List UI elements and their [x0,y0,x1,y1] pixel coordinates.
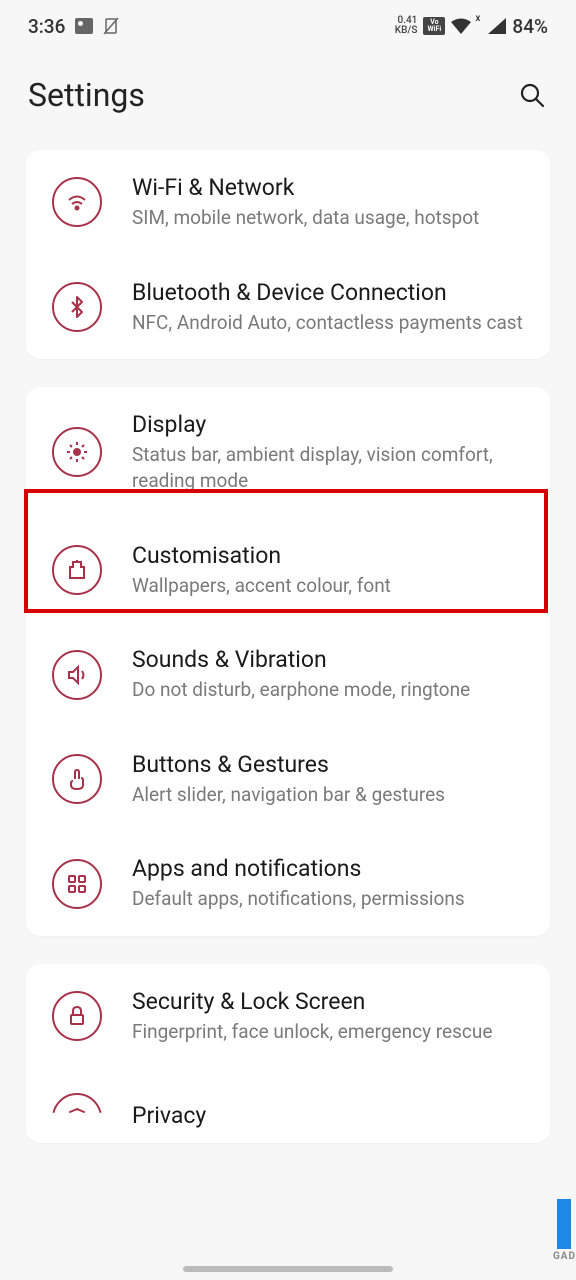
settings-item-sounds[interactable]: Sounds & Vibration Do not disturb, earph… [26,622,550,727]
watermark-text: GAD [553,1251,576,1262]
item-subtitle: SIM, mobile network, data usage, hotspot [132,205,526,231]
header: Settings [0,52,576,150]
item-subtitle: Default apps, notifications, permissions [132,886,526,912]
item-subtitle: Status bar, ambient display, vision comf… [132,442,526,493]
wifi-status-icon [451,18,471,34]
settings-group: Wi-Fi & Network SIM, mobile network, dat… [26,150,550,359]
status-bar: 3:36 0.41 KB/S Vo WiFi x 84% [0,0,576,52]
bluetooth-icon [52,282,102,332]
search-button[interactable] [516,79,548,111]
status-clock: 3:36 [28,15,65,38]
data-rate: 0.41 KB/S [395,16,418,36]
item-title: Apps and notifications [132,855,526,882]
settings-item-buttons-gestures[interactable]: Buttons & Gestures Alert slider, navigat… [26,727,550,832]
settings-item-customisation[interactable]: Customisation Wallpapers, accent colour,… [26,518,550,623]
customisation-icon [52,545,102,595]
item-subtitle: Do not disturb, earphone mode, ringtone [132,677,526,703]
item-title: Wi-Fi & Network [132,174,526,201]
signal-x: x [475,13,480,24]
item-subtitle: NFC, Android Auto, contactless payments … [132,310,526,336]
item-title: Bluetooth & Device Connection [132,279,526,306]
sound-icon [52,650,102,700]
settings-item-bluetooth[interactable]: Bluetooth & Device Connection NFC, Andro… [26,255,550,360]
cell-signal-icon [488,18,506,34]
watermark-icon [557,1199,571,1249]
settings-item-wifi[interactable]: Wi-Fi & Network SIM, mobile network, dat… [26,150,550,255]
item-subtitle: Alert slider, navigation bar & gestures [132,782,526,808]
lock-icon [52,991,102,1041]
display-icon [52,427,102,477]
vowifi-icon: Vo WiFi [423,17,445,35]
status-left: 3:36 [28,15,119,38]
search-icon [518,81,546,109]
gestures-icon [52,754,102,804]
page-title: Settings [28,76,145,114]
item-title: Buttons & Gestures [132,751,526,778]
item-subtitle: Fingerprint, face unlock, emergency resc… [132,1019,526,1045]
wifi-icon [52,177,102,227]
item-title: Customisation [132,542,526,569]
item-title: Display [132,411,526,438]
settings-group: Display Status bar, ambient display, vis… [26,387,550,936]
privacy-icon [52,1093,102,1143]
status-right: 0.41 KB/S Vo WiFi x 84% [395,15,548,38]
settings-item-display[interactable]: Display Status bar, ambient display, vis… [26,387,550,517]
item-title: Security & Lock Screen [132,988,526,1015]
settings-item-privacy[interactable]: Privacy [26,1069,550,1143]
no-sim-icon [103,17,119,35]
settings-item-security[interactable]: Security & Lock Screen Fingerprint, face… [26,964,550,1069]
settings-item-apps-notifications[interactable]: Apps and notifications Default apps, not… [26,831,550,936]
gallery-icon [75,18,93,34]
watermark: GAD [553,1199,576,1262]
battery-percent: 84% [512,15,548,38]
apps-icon [52,859,102,909]
item-title: Privacy [132,1102,526,1129]
gesture-bar[interactable] [183,1266,393,1272]
item-title: Sounds & Vibration [132,646,526,673]
settings-group: Security & Lock Screen Fingerprint, face… [26,964,550,1143]
item-subtitle: Wallpapers, accent colour, font [132,573,526,599]
